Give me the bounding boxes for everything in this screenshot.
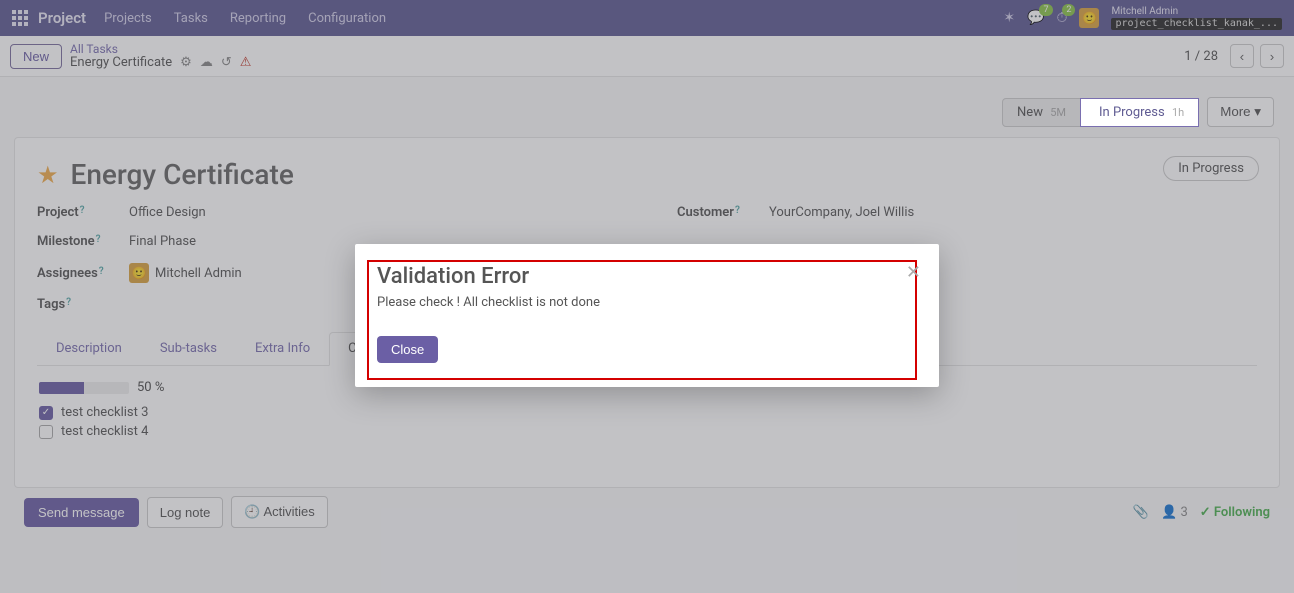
stage-label: In Progress (1099, 105, 1165, 120)
validation-error-modal: Validation Error ✕ Please check ! All ch… (355, 244, 939, 387)
modal-overlay[interactable]: Validation Error ✕ Please check ! All ch… (0, 0, 1294, 593)
stage-in-progress[interactable]: In Progress 1h (1080, 98, 1199, 127)
close-icon[interactable]: ✕ (906, 262, 921, 283)
modal-close-button[interactable]: Close (377, 336, 438, 363)
modal-message: Please check ! All checklist is not done (377, 295, 917, 310)
modal-title: Validation Error (377, 264, 917, 289)
stage-time: 1h (1172, 106, 1184, 119)
